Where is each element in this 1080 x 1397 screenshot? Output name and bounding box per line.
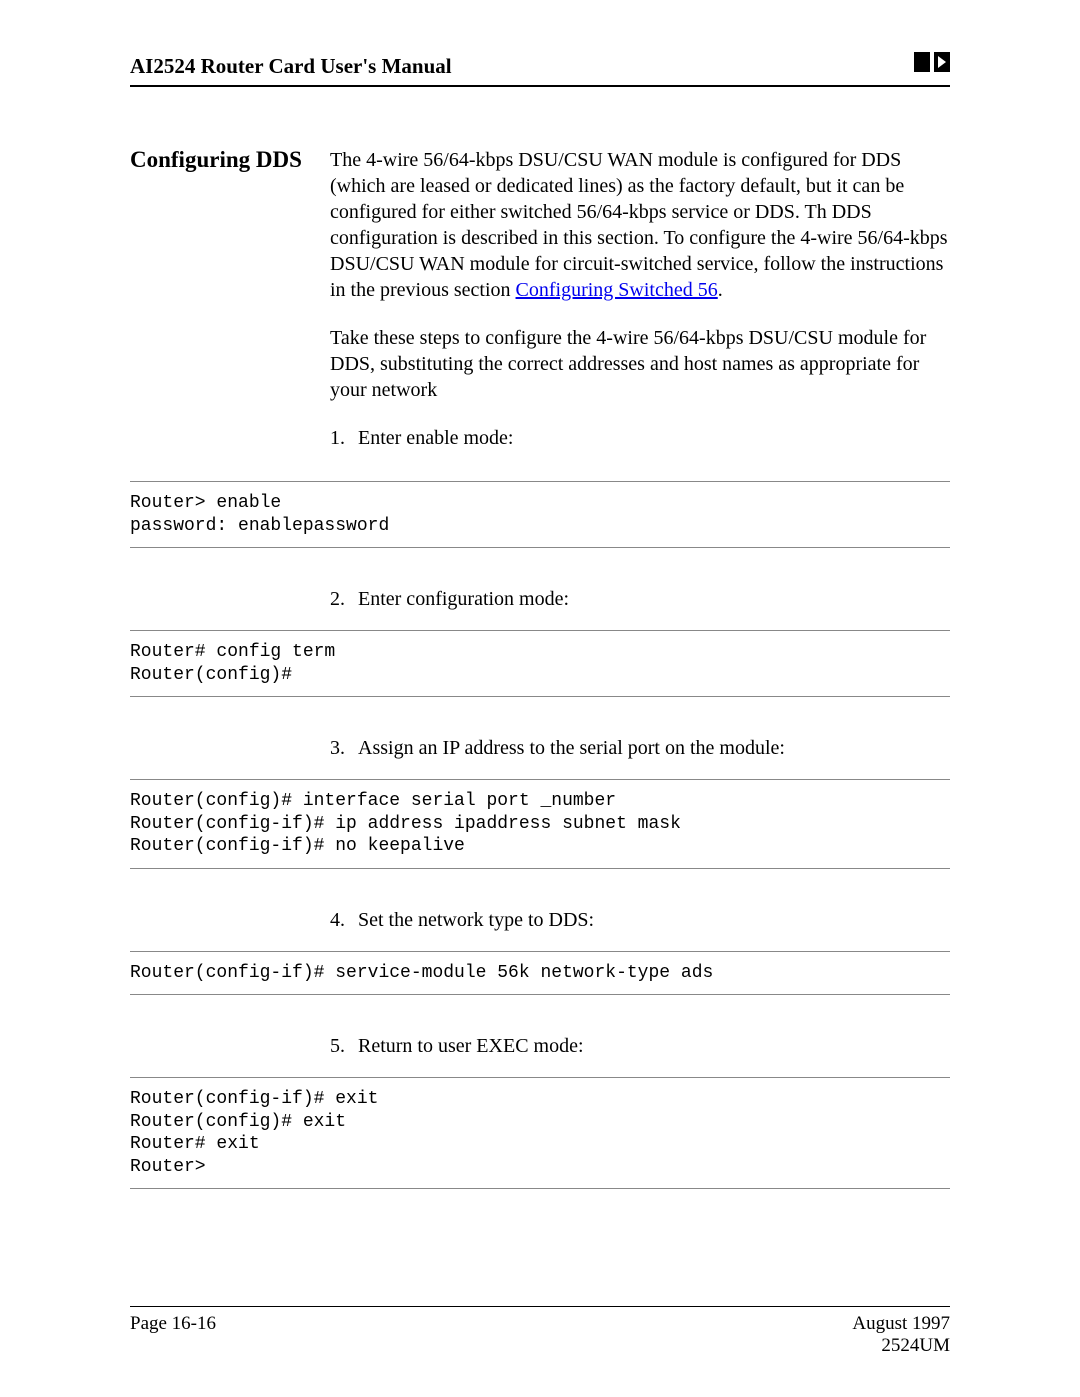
step-2-text: Enter configuration mode: [358, 586, 569, 612]
step-1-number: 1. [330, 425, 358, 451]
code-block-5: Router(config-if)# exit Router(config)# … [130, 1077, 950, 1189]
code-block-2: Router# config term Router(config)# [130, 630, 950, 697]
section: Configuring DDS The 4-wire 56/64-kbps DS… [130, 147, 950, 463]
para1-text-b: . [718, 279, 723, 301]
step-4-row: 4. Set the network type to DDS: [330, 907, 950, 933]
section-heading: Configuring DDS [130, 147, 330, 173]
paragraph-intro: The 4-wire 56/64-kbps DSU/CSU WAN module… [330, 147, 950, 303]
step-4-number: 4. [330, 907, 358, 933]
step-1-text: Enter enable mode: [358, 425, 514, 451]
configuring-switched-56-link[interactable]: Configuring Switched 56 [516, 279, 718, 301]
page-footer: Page 16-16 August 1997 2524UM [130, 1306, 950, 1357]
step-1: 1. Enter enable mode: [330, 425, 950, 451]
step-3-text: Assign an IP address to the serial port … [358, 735, 785, 761]
footer-date: August 1997 [852, 1313, 950, 1335]
step-5: 5. Return to user EXEC mode: [330, 1033, 950, 1059]
footer-docid: 2524UM [852, 1335, 950, 1357]
step-5-text: Return to user EXEC mode: [358, 1033, 584, 1059]
footer-page-number: Page 16-16 [130, 1313, 216, 1357]
paragraph-steps-intro: Take these steps to configure the 4-wire… [330, 325, 950, 403]
page: AI2524 Router Card User's Manual Configu… [0, 0, 1080, 1397]
step-3-number: 3. [330, 735, 358, 761]
step-2-row: 2. Enter configuration mode: [330, 586, 950, 612]
code-block-3: Router(config)# interface serial port _n… [130, 779, 950, 869]
step-2-number: 2. [330, 586, 358, 612]
step-4: 4. Set the network type to DDS: [330, 907, 950, 933]
step-4-text: Set the network type to DDS: [358, 907, 594, 933]
step-5-row: 5. Return to user EXEC mode: [330, 1033, 950, 1059]
brand-logo-icon [914, 50, 950, 79]
step-3: 3. Assign an IP address to the serial po… [330, 735, 950, 761]
footer-right: August 1997 2524UM [852, 1313, 950, 1357]
section-body: The 4-wire 56/64-kbps DSU/CSU WAN module… [330, 147, 950, 463]
code-block-4: Router(config-if)# service-module 56k ne… [130, 951, 950, 996]
code-block-1: Router> enable password: enablepassword [130, 481, 950, 548]
step-5-number: 5. [330, 1033, 358, 1059]
step-3-row: 3. Assign an IP address to the serial po… [330, 735, 950, 761]
page-header: AI2524 Router Card User's Manual [130, 50, 950, 87]
step-2: 2. Enter configuration mode: [330, 586, 950, 612]
manual-title: AI2524 Router Card User's Manual [130, 54, 452, 79]
